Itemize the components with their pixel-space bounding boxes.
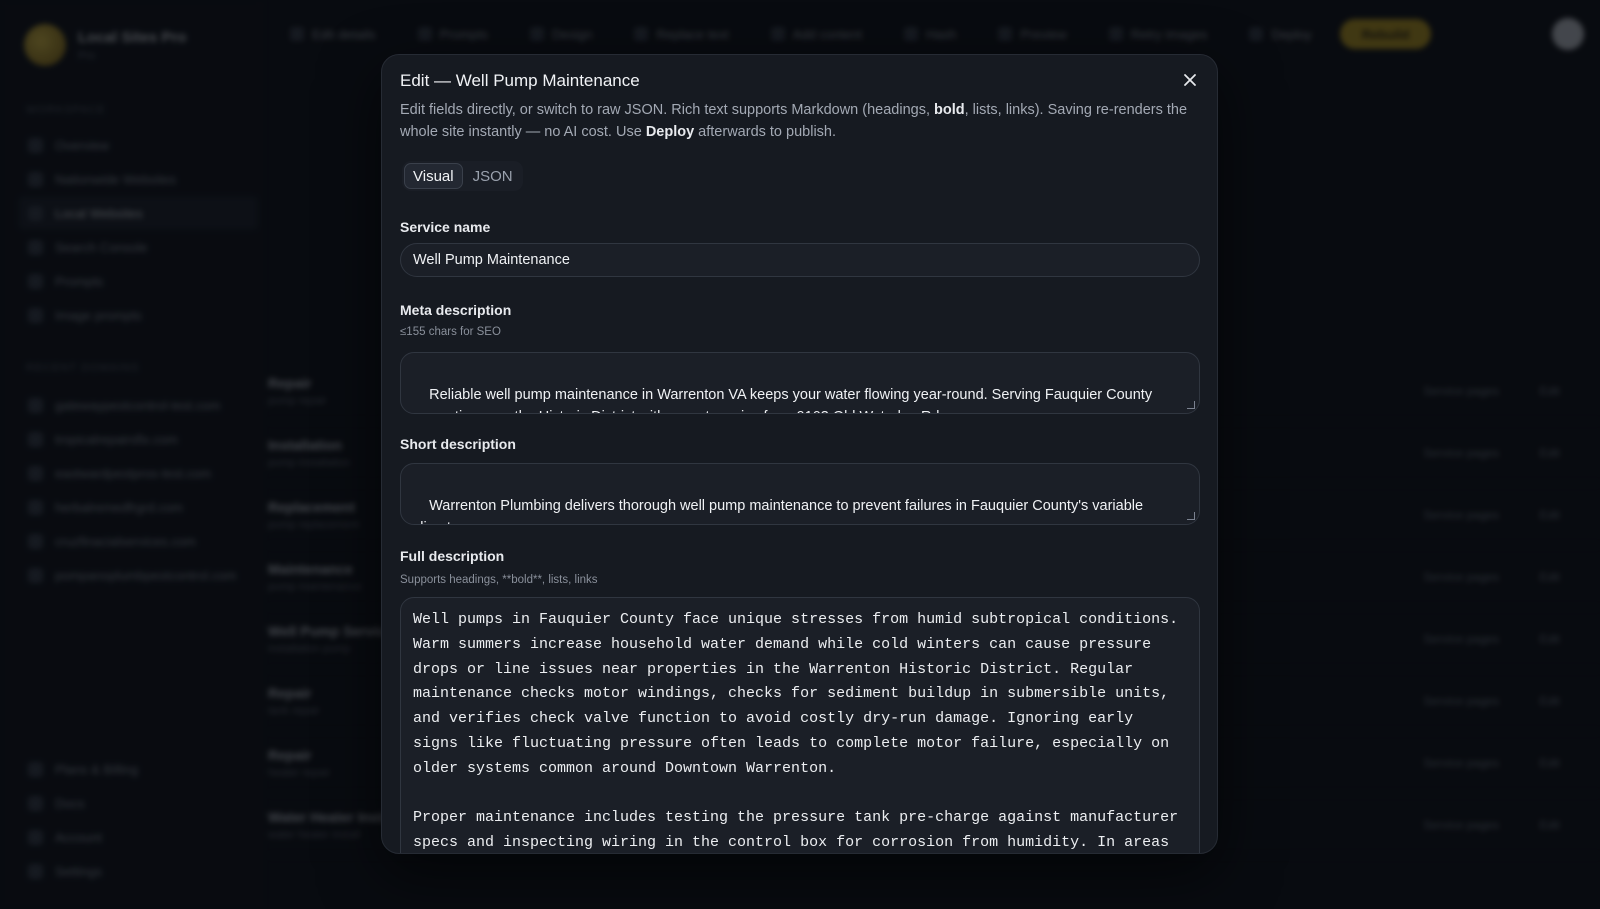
short-description-textarea[interactable]: Warrenton Plumbing delivers thorough wel… [400,463,1200,525]
dialog-title: Edit — Well Pump Maintenance [400,71,640,90]
close-button[interactable] [1179,69,1201,91]
desc-text: Edit fields directly, or switch to raw J… [400,102,935,118]
meta-description-textarea[interactable]: Reliable well pump maintenance in Warren… [400,352,1200,414]
desc-bold: Deploy [645,124,695,140]
meta-description-label: Meta description [400,302,512,318]
desc-bold: bold [934,102,965,118]
short-description-label: Short description [400,436,516,452]
dialog-description: Edit fields directly, or switch to raw J… [400,99,1190,143]
resize-handle-icon[interactable] [1187,512,1195,520]
meta-description-hint: ≤155 chars for SEO [400,326,501,338]
service-name-input[interactable]: Well Pump Maintenance [400,243,1200,277]
editor-mode-tabs: Visual JSON [402,161,523,191]
service-name-label: Service name [400,219,491,235]
full-description-hint: Supports headings, **bold**, lists, link… [400,574,598,586]
desc-text: afterwards to publish. [694,124,837,140]
short-description-value: Warrenton Plumbing delivers thorough wel… [413,498,1144,524]
resize-handle-icon[interactable] [1187,401,1195,409]
tab-json[interactable]: JSON [465,163,521,189]
edit-service-dialog: Edit — Well Pump Maintenance Edit fields… [381,54,1218,854]
full-description-textarea[interactable]: Well pumps in Fauquier County face uniqu… [400,597,1200,853]
full-description-label: Full description [400,548,505,564]
tab-visual[interactable]: Visual [404,163,463,189]
meta-description-value: Reliable well pump maintenance in Warren… [413,387,1153,413]
close-icon [1184,74,1196,86]
